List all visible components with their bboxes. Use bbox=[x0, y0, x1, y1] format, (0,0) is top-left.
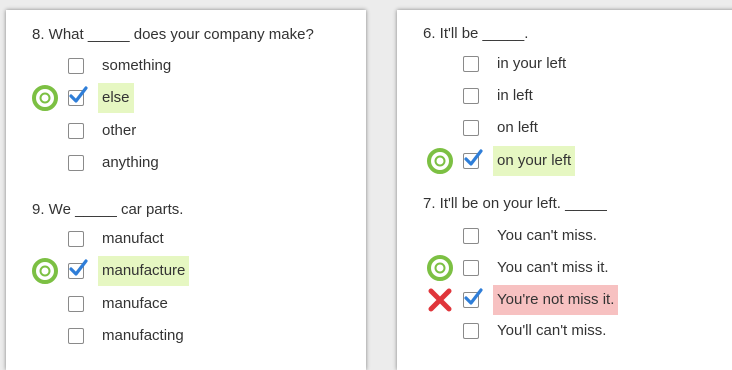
option-label: manufacture bbox=[98, 256, 190, 286]
checkbox-checked[interactable] bbox=[68, 86, 88, 106]
checkbox-unchecked[interactable] bbox=[68, 328, 84, 344]
option-label: in your left bbox=[497, 55, 567, 72]
checkbox-checked[interactable] bbox=[463, 288, 483, 308]
option-label: else bbox=[98, 83, 134, 113]
checkbox-unchecked[interactable] bbox=[463, 120, 479, 136]
checkbox-checked[interactable] bbox=[463, 149, 483, 169]
checkmark-icon bbox=[69, 259, 88, 276]
option-label: You can't miss it. bbox=[497, 259, 609, 276]
checkmark-icon bbox=[69, 86, 88, 103]
checkbox-unchecked[interactable] bbox=[68, 231, 84, 247]
checkbox-unchecked[interactable] bbox=[68, 155, 84, 171]
correct-ring-icon bbox=[32, 85, 58, 111]
quiz-panel-left: 8. What _____ does your company make? so… bbox=[6, 10, 366, 370]
checkbox-unchecked[interactable] bbox=[463, 323, 479, 339]
option-label: manuface bbox=[102, 295, 168, 312]
checkmark-icon bbox=[464, 288, 483, 305]
option-label: You'll can't miss. bbox=[497, 322, 607, 339]
question-9-text: 9. We _____ car parts. bbox=[32, 201, 184, 218]
checkbox-unchecked[interactable] bbox=[463, 228, 479, 244]
option-label: on left bbox=[497, 119, 538, 136]
option-label: on your left bbox=[493, 146, 576, 176]
checkbox-unchecked[interactable] bbox=[68, 58, 84, 74]
correct-ring-icon bbox=[427, 255, 453, 281]
option-label: something bbox=[102, 57, 172, 74]
checkbox-checked[interactable] bbox=[68, 259, 88, 279]
checkbox-unchecked[interactable] bbox=[463, 260, 479, 276]
wrong-x-icon bbox=[427, 287, 453, 313]
option-label: manufacting bbox=[102, 327, 184, 344]
question-7-text: 7. It'll be on your left. _____ bbox=[423, 195, 607, 212]
option-label: other bbox=[102, 122, 137, 139]
question-8-text: 8. What _____ does your company make? bbox=[32, 26, 314, 43]
option-label: You can't miss. bbox=[497, 227, 597, 244]
checkbox-unchecked[interactable] bbox=[463, 56, 479, 72]
option-label: anything bbox=[102, 154, 159, 171]
option-label: manufact bbox=[102, 230, 164, 247]
checkbox-unchecked[interactable] bbox=[68, 296, 84, 312]
option-label: in left bbox=[497, 87, 533, 104]
checkbox-unchecked[interactable] bbox=[463, 88, 479, 104]
correct-ring-icon bbox=[32, 258, 58, 284]
question-6-text: 6. It'll be _____. bbox=[423, 25, 529, 42]
checkbox-unchecked[interactable] bbox=[68, 123, 84, 139]
correct-ring-icon bbox=[427, 148, 453, 174]
option-label: You're not miss it. bbox=[493, 285, 619, 315]
quiz-panel-right: 6. It'll be _____. in your left in left … bbox=[397, 10, 732, 370]
checkmark-icon bbox=[464, 149, 483, 166]
